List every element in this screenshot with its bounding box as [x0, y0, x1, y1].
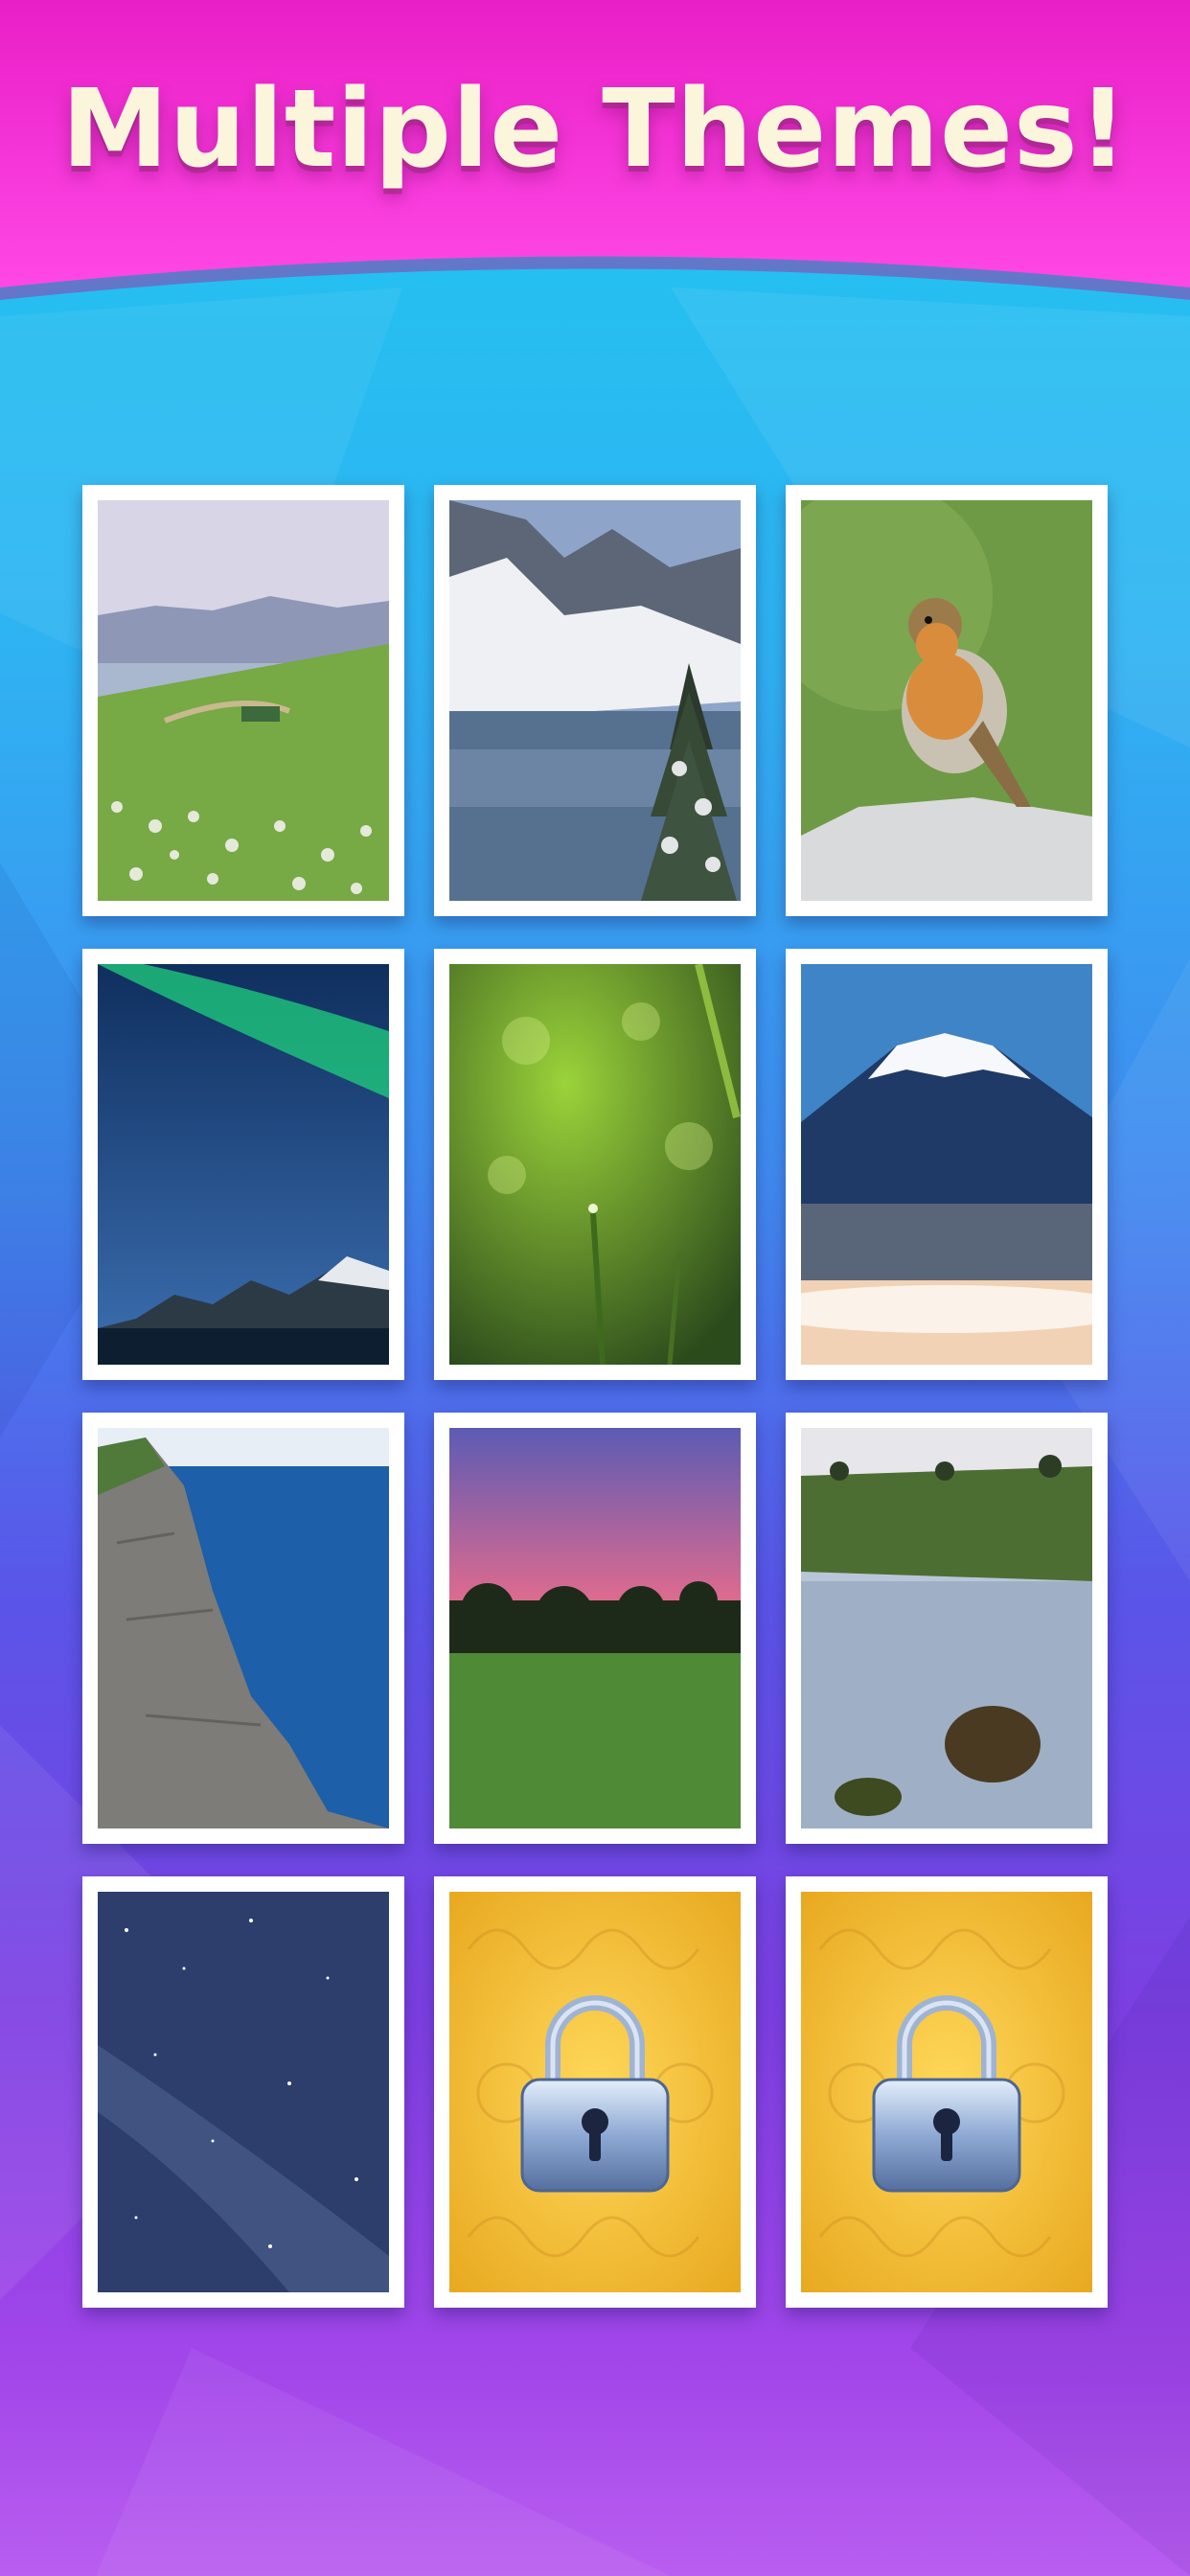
sea-cliff-theme-card[interactable] — [82, 1413, 404, 1844]
dewy-grass-theme-card[interactable] — [434, 949, 756, 1380]
locked-theme-card[interactable] — [786, 1876, 1108, 2308]
padlock-icon — [520, 1995, 670, 2193]
locked-theme-thumbnail — [801, 1892, 1092, 2292]
sea-cliff-thumbnail — [98, 1428, 389, 1828]
mount-fuji-thumbnail — [801, 964, 1092, 1365]
snowy-mountain-lake-theme-card[interactable] — [434, 485, 756, 916]
reflection-pond-thumbnail — [801, 1428, 1092, 1828]
mount-fuji-theme-card[interactable] — [786, 949, 1108, 1380]
sunset-savanna-theme-card[interactable] — [434, 1413, 756, 1844]
theme-grid — [82, 485, 1108, 2308]
aurora-night-theme-card[interactable] — [82, 949, 404, 1380]
locked-theme-card[interactable] — [434, 1876, 756, 2308]
meadow-lake-thumbnail — [98, 500, 389, 901]
starry-sky-thumbnail — [98, 1892, 389, 2292]
page-title: Multiple Themes! — [61, 67, 1129, 192]
robin-bird-thumbnail — [801, 500, 1092, 901]
reflection-pond-theme-card[interactable] — [786, 1413, 1108, 1844]
snowy-mountain-lake-thumbnail — [449, 500, 741, 901]
padlock-icon — [872, 1995, 1021, 2193]
sunset-savanna-thumbnail — [449, 1428, 741, 1828]
robin-bird-theme-card[interactable] — [786, 485, 1108, 916]
meadow-lake-theme-card[interactable] — [82, 485, 404, 916]
dewy-grass-thumbnail — [449, 964, 741, 1365]
aurora-night-thumbnail — [98, 964, 389, 1365]
title-banner: Multiple Themes! — [0, 0, 1190, 307]
locked-theme-thumbnail — [449, 1892, 741, 2292]
starry-sky-theme-card[interactable] — [82, 1876, 404, 2308]
